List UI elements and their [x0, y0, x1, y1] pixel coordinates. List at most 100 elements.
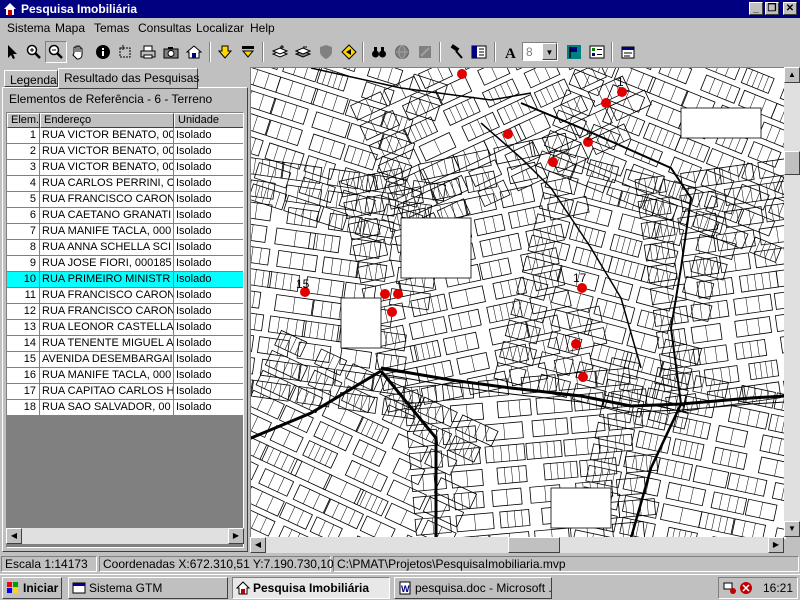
task-word-document[interactable]: W pesquisa.doc - Microsoft ...	[394, 577, 552, 599]
table-row[interactable]: 3 RUA VICTOR BENATO, 00 Isolado	[7, 160, 243, 176]
disabled-tool-icon[interactable]	[414, 41, 436, 63]
map-marker[interactable]	[380, 289, 390, 299]
map-marker[interactable]	[601, 98, 611, 108]
table-horizontal-scrollbar[interactable]: ◀ ▶	[6, 528, 244, 544]
select-box-icon[interactable]	[114, 41, 136, 63]
table-row[interactable]: 17 RUA CAPITAO CARLOS H Isolado	[7, 384, 243, 400]
scroll-left-icon[interactable]: ◀	[6, 528, 22, 544]
street-map[interactable]: 2 1 15 17	[251, 68, 785, 538]
menu-mapa[interactable]: Mapa	[55, 21, 85, 35]
map-scroll-right-icon[interactable]: ▶	[768, 537, 784, 553]
horizontal-scroll-thumb[interactable]	[508, 537, 560, 553]
legend-icon[interactable]	[586, 41, 608, 63]
cell-unidade: Isolado	[174, 320, 243, 336]
chevron-down-icon[interactable]: ▼	[542, 43, 557, 60]
table-row[interactable]: 12 RUA FRANCISCO CARON Isolado	[7, 304, 243, 320]
task-pesquisa-imobiliaria[interactable]: Pesquisa Imobiliária	[232, 577, 390, 599]
cell-elem: 14	[7, 336, 40, 352]
map-marker[interactable]	[387, 307, 397, 317]
info-icon[interactable]	[92, 41, 114, 63]
cell-elem: 1	[7, 128, 40, 144]
menu-localizar[interactable]: Localizar	[196, 21, 244, 35]
map-marker[interactable]	[503, 129, 513, 139]
toolbar-separator	[611, 42, 613, 62]
task-sistema-gtm[interactable]: Sistema GTM	[68, 577, 228, 599]
cell-unidade: Isolado	[174, 160, 243, 176]
globe-icon[interactable]	[391, 41, 413, 63]
map-marker[interactable]	[578, 372, 588, 382]
table-row[interactable]: 4 RUA CARLOS PERRINI, C Isolado	[7, 176, 243, 192]
network-tray-icon[interactable]	[723, 581, 737, 595]
properties-icon[interactable]	[617, 41, 639, 63]
shield-icon[interactable]	[315, 41, 337, 63]
map-blocks	[535, 68, 785, 263]
cell-endereco: AVENIDA DESEMBARGAI	[40, 352, 174, 368]
table-row[interactable]: 9 RUA JOSE FIORI, 000185 Isolado	[7, 256, 243, 272]
table-row[interactable]: 14 RUA TENENTE MIGUEL A Isolado	[7, 336, 243, 352]
layers-remove-icon[interactable]	[292, 41, 314, 63]
cell-endereco: RUA FRANCISCO CARON	[40, 192, 174, 208]
menu-help[interactable]: Help	[250, 21, 275, 35]
restore-button[interactable]: ❐	[765, 2, 779, 15]
cell-elem: 8	[7, 240, 40, 256]
table-row[interactable]: 2 RUA VICTOR BENATO, 00 Isolado	[7, 144, 243, 160]
col-header-endereco[interactable]: Endereço	[40, 113, 174, 128]
menu-consultas[interactable]: Consultas	[138, 21, 191, 35]
map-canvas[interactable]: 2 1 15 17	[250, 67, 786, 539]
menu-temas[interactable]: Temas	[94, 21, 129, 35]
map-marker[interactable]	[571, 339, 581, 349]
minimize-button[interactable]: _	[749, 2, 763, 15]
binoculars-icon[interactable]	[368, 41, 390, 63]
scroll-up-icon[interactable]: ▲	[784, 67, 800, 83]
app-house-icon	[236, 581, 250, 595]
list-panel-icon[interactable]	[468, 41, 490, 63]
pan-hand-icon[interactable]	[67, 41, 89, 63]
map-marker[interactable]	[393, 289, 403, 299]
map-marker[interactable]	[548, 157, 558, 167]
cell-endereco: RUA FRANCISCO CARON	[40, 288, 174, 304]
flag-icon[interactable]	[563, 41, 585, 63]
menu-sistema[interactable]: Sistema	[7, 21, 50, 35]
close-button[interactable]: ✕	[783, 2, 797, 15]
scroll-right-icon[interactable]: ▶	[228, 528, 244, 544]
table-row[interactable]: 1 RUA VICTOR BENATO, 00 Isolado	[7, 128, 243, 144]
svg-text:W: W	[401, 584, 410, 594]
map-vertical-scrollbar[interactable]: ▲ ▼	[784, 67, 800, 537]
cell-endereco: RUA CAETANO GRANATI	[40, 208, 174, 224]
start-button[interactable]: Iniciar	[2, 577, 62, 599]
col-header-elem[interactable]: Elem.	[7, 113, 40, 128]
vertical-scroll-thumb[interactable]	[784, 151, 800, 175]
map-horizontal-scrollbar[interactable]: ◀ ▶	[250, 537, 784, 553]
antivirus-tray-icon[interactable]	[739, 581, 753, 595]
font-size-select[interactable]: 8 ▼	[522, 42, 558, 61]
font-size-value: 8	[526, 45, 533, 59]
hammer-icon[interactable]	[445, 41, 467, 63]
col-header-unidade[interactable]: Unidade	[174, 113, 243, 128]
table-row[interactable]: 6 RUA CAETANO GRANATI Isolado	[7, 208, 243, 224]
house-icon[interactable]	[183, 41, 205, 63]
table-row[interactable]: 7 RUA MANIFE TACLA, 000 Isolado	[7, 224, 243, 240]
print-icon[interactable]	[137, 41, 159, 63]
layers-add-icon[interactable]	[269, 41, 291, 63]
tab-legenda[interactable]: Legenda	[4, 70, 58, 87]
text-font-icon[interactable]: A	[500, 41, 522, 63]
scroll-down-icon[interactable]: ▼	[784, 521, 800, 537]
select-arrow-icon[interactable]	[1, 41, 23, 63]
diamond-nav-icon[interactable]	[338, 41, 360, 63]
move-down-icon[interactable]	[214, 41, 236, 63]
table-row[interactable]: 10 RUA PRIMEIRO MINISTR Isolado	[7, 272, 243, 288]
layer-down-icon[interactable]	[237, 41, 259, 63]
camera-icon[interactable]	[160, 41, 182, 63]
table-row[interactable]: 15 AVENIDA DESEMBARGAI Isolado	[7, 352, 243, 368]
table-row[interactable]: 8 RUA ANNA SCHELLA SCI Isolado	[7, 240, 243, 256]
table-row[interactable]: 11 RUA FRANCISCO CARON Isolado	[7, 288, 243, 304]
map-scroll-left-icon[interactable]: ◀	[250, 537, 266, 553]
table-row[interactable]: 5 RUA FRANCISCO CARON Isolado	[7, 192, 243, 208]
tab-resultado-das-pesquisas[interactable]: Resultado das Pesquisas	[58, 68, 199, 89]
map-marker[interactable]	[457, 69, 467, 79]
table-row[interactable]: 16 RUA MANIFE TACLA, 000 Isolado	[7, 368, 243, 384]
zoom-out-icon[interactable]	[45, 41, 67, 63]
table-row[interactable]: 13 RUA LEONOR CASTELLA Isolado	[7, 320, 243, 336]
zoom-in-icon[interactable]	[23, 41, 45, 63]
table-row[interactable]: 18 RUA SAO SALVADOR, 00 Isolado	[7, 400, 243, 416]
